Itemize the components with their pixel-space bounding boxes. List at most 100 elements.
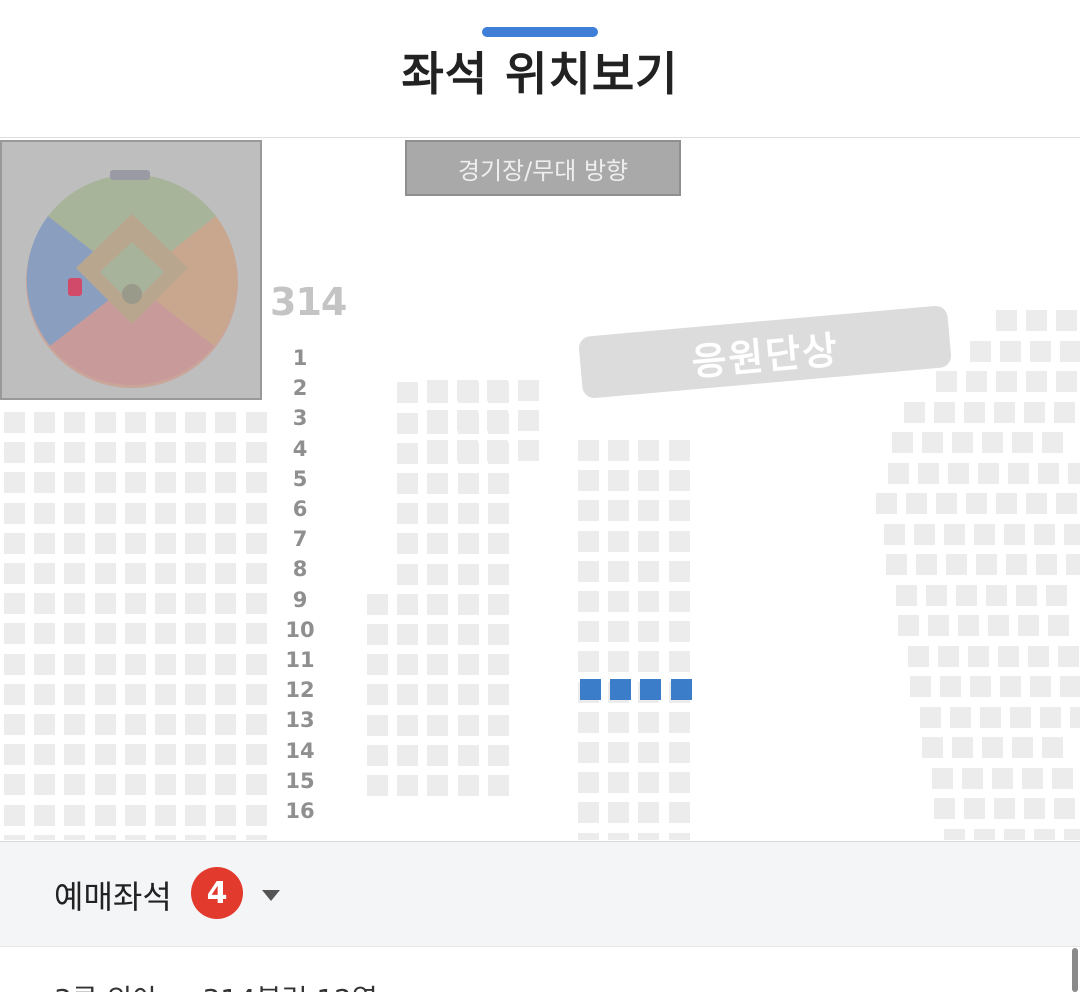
seat[interactable] bbox=[245, 714, 267, 735]
seat[interactable] bbox=[970, 340, 991, 362]
seat[interactable] bbox=[427, 563, 449, 585]
seat[interactable] bbox=[638, 560, 660, 582]
seat[interactable] bbox=[64, 563, 86, 584]
seat[interactable] bbox=[94, 714, 116, 735]
seat[interactable] bbox=[1012, 432, 1033, 453]
seat[interactable] bbox=[34, 532, 56, 554]
seat[interactable] bbox=[155, 593, 176, 615]
seat[interactable] bbox=[34, 593, 56, 615]
seat[interactable] bbox=[457, 744, 479, 766]
seat[interactable] bbox=[397, 533, 419, 555]
seat[interactable] bbox=[34, 804, 56, 826]
seat[interactable] bbox=[245, 804, 267, 826]
seat[interactable] bbox=[245, 472, 267, 494]
seat[interactable] bbox=[948, 462, 969, 484]
seat[interactable] bbox=[427, 593, 449, 615]
seat[interactable] bbox=[245, 532, 267, 554]
seat[interactable] bbox=[155, 683, 176, 705]
seat[interactable] bbox=[487, 624, 509, 645]
seat[interactable] bbox=[64, 593, 86, 615]
seat[interactable] bbox=[155, 472, 176, 494]
seat[interactable] bbox=[1016, 584, 1037, 606]
seat[interactable] bbox=[155, 834, 176, 840]
seat[interactable] bbox=[245, 683, 267, 705]
seat[interactable] bbox=[996, 493, 1017, 514]
seat[interactable] bbox=[638, 500, 660, 522]
seat[interactable] bbox=[998, 645, 1019, 667]
seat[interactable] bbox=[976, 554, 997, 575]
seat[interactable] bbox=[487, 684, 509, 706]
seat[interactable] bbox=[996, 371, 1017, 392]
seat[interactable] bbox=[124, 593, 146, 615]
seat[interactable] bbox=[1000, 340, 1021, 362]
seat[interactable] bbox=[638, 802, 660, 824]
seat[interactable] bbox=[457, 714, 479, 736]
seat[interactable] bbox=[185, 412, 207, 433]
seat[interactable] bbox=[1030, 676, 1051, 697]
seat[interactable] bbox=[968, 645, 989, 667]
seat[interactable] bbox=[4, 593, 25, 615]
seat[interactable] bbox=[64, 472, 86, 494]
seat[interactable] bbox=[1038, 462, 1059, 484]
seat[interactable] bbox=[578, 440, 599, 461]
seat[interactable] bbox=[608, 500, 630, 522]
seat[interactable] bbox=[185, 442, 207, 464]
seat[interactable] bbox=[1064, 523, 1080, 545]
booked-seats-bar[interactable]: 예매좌석 4 bbox=[0, 841, 1080, 947]
seat[interactable] bbox=[908, 645, 929, 667]
seat[interactable] bbox=[1042, 432, 1063, 453]
seat[interactable] bbox=[1018, 615, 1039, 636]
seat[interactable] bbox=[668, 802, 690, 824]
seat[interactable] bbox=[397, 624, 419, 645]
seat[interactable] bbox=[517, 380, 539, 401]
seat[interactable] bbox=[64, 714, 86, 735]
seat[interactable] bbox=[94, 834, 116, 840]
seat[interactable] bbox=[922, 737, 943, 758]
stadium-minimap[interactable] bbox=[0, 140, 262, 400]
seat[interactable] bbox=[638, 621, 660, 643]
seat[interactable] bbox=[124, 442, 146, 464]
seat[interactable] bbox=[397, 442, 419, 464]
seat[interactable] bbox=[34, 412, 56, 433]
seat[interactable] bbox=[487, 503, 509, 525]
seat[interactable] bbox=[34, 563, 56, 584]
seat[interactable] bbox=[1036, 554, 1057, 575]
seat[interactable] bbox=[245, 502, 267, 524]
seat[interactable] bbox=[124, 714, 146, 735]
seat[interactable] bbox=[427, 380, 448, 401]
seat[interactable] bbox=[1042, 737, 1063, 758]
seat[interactable] bbox=[668, 711, 690, 733]
seat[interactable] bbox=[4, 683, 25, 705]
seat[interactable] bbox=[124, 502, 146, 524]
sheet-drag-handle[interactable] bbox=[482, 27, 598, 37]
seat[interactable] bbox=[608, 802, 630, 824]
seat[interactable] bbox=[578, 711, 599, 733]
seat[interactable] bbox=[638, 530, 660, 552]
seat[interactable] bbox=[608, 470, 630, 492]
seat[interactable] bbox=[1024, 798, 1045, 819]
seat[interactable] bbox=[155, 714, 176, 735]
seat[interactable] bbox=[64, 532, 86, 554]
seat[interactable] bbox=[608, 742, 630, 763]
seat[interactable] bbox=[64, 834, 86, 840]
seat[interactable] bbox=[124, 412, 146, 433]
seat[interactable] bbox=[992, 767, 1013, 789]
seat[interactable] bbox=[886, 554, 907, 575]
seat[interactable] bbox=[578, 470, 599, 492]
seat[interactable] bbox=[916, 554, 937, 575]
seat[interactable] bbox=[940, 676, 961, 697]
seat[interactable] bbox=[124, 804, 146, 826]
selected-seat[interactable] bbox=[640, 679, 662, 701]
seat[interactable] bbox=[367, 624, 388, 645]
seat[interactable] bbox=[124, 472, 146, 494]
seat[interactable] bbox=[34, 744, 56, 766]
seat[interactable] bbox=[936, 371, 957, 392]
seat[interactable] bbox=[1058, 645, 1079, 667]
seat[interactable] bbox=[155, 442, 176, 464]
seat[interactable] bbox=[578, 591, 599, 612]
seat[interactable] bbox=[4, 653, 25, 675]
seat[interactable] bbox=[94, 532, 116, 554]
seat[interactable] bbox=[1034, 828, 1055, 840]
seat[interactable] bbox=[427, 410, 448, 432]
seat[interactable] bbox=[936, 493, 957, 514]
